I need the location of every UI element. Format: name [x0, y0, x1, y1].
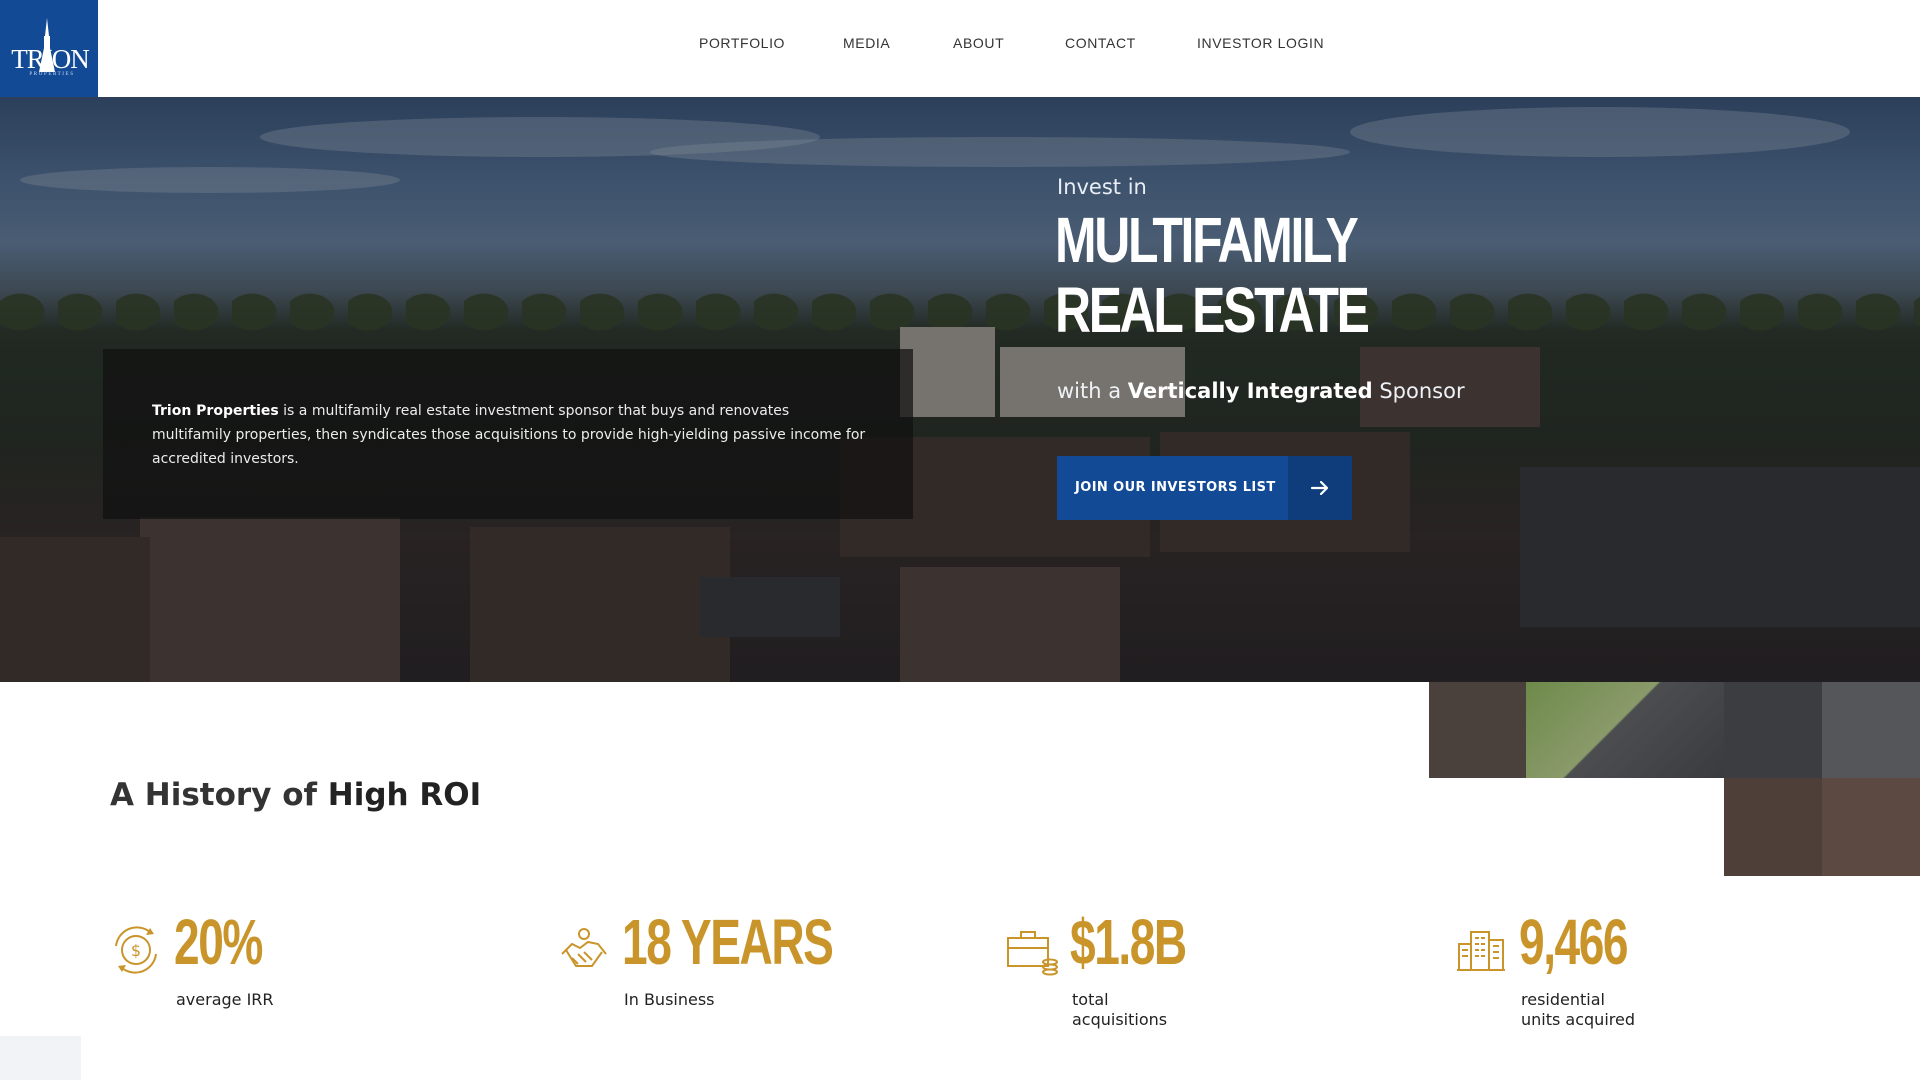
- stat-label: In Business: [624, 990, 715, 1009]
- company-description: Trion Properties is a multifamily real e…: [152, 399, 872, 471]
- history-heading-bold: High ROI: [327, 777, 482, 813]
- hero-eyebrow: Invest in: [1057, 175, 1147, 199]
- history-heading: A History of High ROI: [110, 777, 481, 813]
- main-nav: PORTFOLIO MEDIA ABOUT CONTACT INVESTOR L…: [0, 35, 1920, 55]
- handshake-icon: [561, 928, 607, 967]
- subline-bold: Vertically Integrated: [1127, 379, 1373, 403]
- stat-label: total acquisitions: [1072, 990, 1168, 1029]
- stat-value: 9,466: [1519, 906, 1629, 978]
- stat-acquisitions: $1.8B total acquisitions: [1006, 905, 1426, 1055]
- hero-subline: with a Vertically Integrated Sponsor: [1057, 379, 1465, 403]
- hero-section: Trion Properties is a multifamily real e…: [0, 97, 1920, 682]
- stat-value: $1.8B: [1070, 906, 1187, 978]
- hero-headline: MULTIFAMILY REAL ESTATE: [1055, 204, 1370, 346]
- history-heading-prefix: A History of: [110, 777, 328, 813]
- dollar-cycle-icon: $: [115, 926, 157, 974]
- chat-widget-placeholder[interactable]: [0, 1036, 81, 1080]
- stat-value: 20%: [174, 906, 263, 978]
- cta-label: JOIN OUR INVESTORS LIST: [1075, 480, 1276, 495]
- company-name: Trion Properties: [152, 403, 279, 419]
- stat-label: residential units acquired: [1521, 990, 1635, 1029]
- buildings-icon: [1457, 931, 1505, 971]
- stat-irr: $ 20% average IRR: [110, 905, 530, 1055]
- stat-years: 18 YEARS In Business: [558, 905, 978, 1055]
- stat-value: 18 YEARS: [622, 906, 834, 978]
- svg-text:$: $: [131, 941, 141, 960]
- nav-investor-login[interactable]: INVESTOR LOGIN: [1197, 35, 1324, 51]
- nav-about[interactable]: ABOUT: [953, 35, 1004, 51]
- logo-subtext: PROPERTIES: [29, 72, 75, 77]
- headline-line-1: MULTIFAMILY: [1055, 204, 1359, 276]
- subline-suffix: Sponsor: [1372, 379, 1465, 403]
- headline-line-2: REAL ESTATE: [1055, 274, 1370, 346]
- join-investors-list-button[interactable]: JOIN OUR INVESTORS LIST: [1057, 456, 1352, 520]
- stat-units: 9,466 residential units acquired: [1455, 905, 1875, 1055]
- subline-prefix: with a: [1057, 379, 1128, 403]
- briefcase-coins-icon: [1007, 931, 1058, 976]
- site-header: TRION PROPERTIES PORTFOLIO MEDIA ABOUT C…: [0, 0, 1920, 97]
- description-panel: Trion Properties is a multifamily real e…: [103, 349, 913, 519]
- nav-contact[interactable]: CONTACT: [1065, 35, 1136, 51]
- arrow-right-icon: [1288, 456, 1352, 520]
- nav-portfolio[interactable]: PORTFOLIO: [699, 35, 785, 51]
- nav-media[interactable]: MEDIA: [843, 35, 890, 51]
- stat-label: average IRR: [176, 990, 274, 1009]
